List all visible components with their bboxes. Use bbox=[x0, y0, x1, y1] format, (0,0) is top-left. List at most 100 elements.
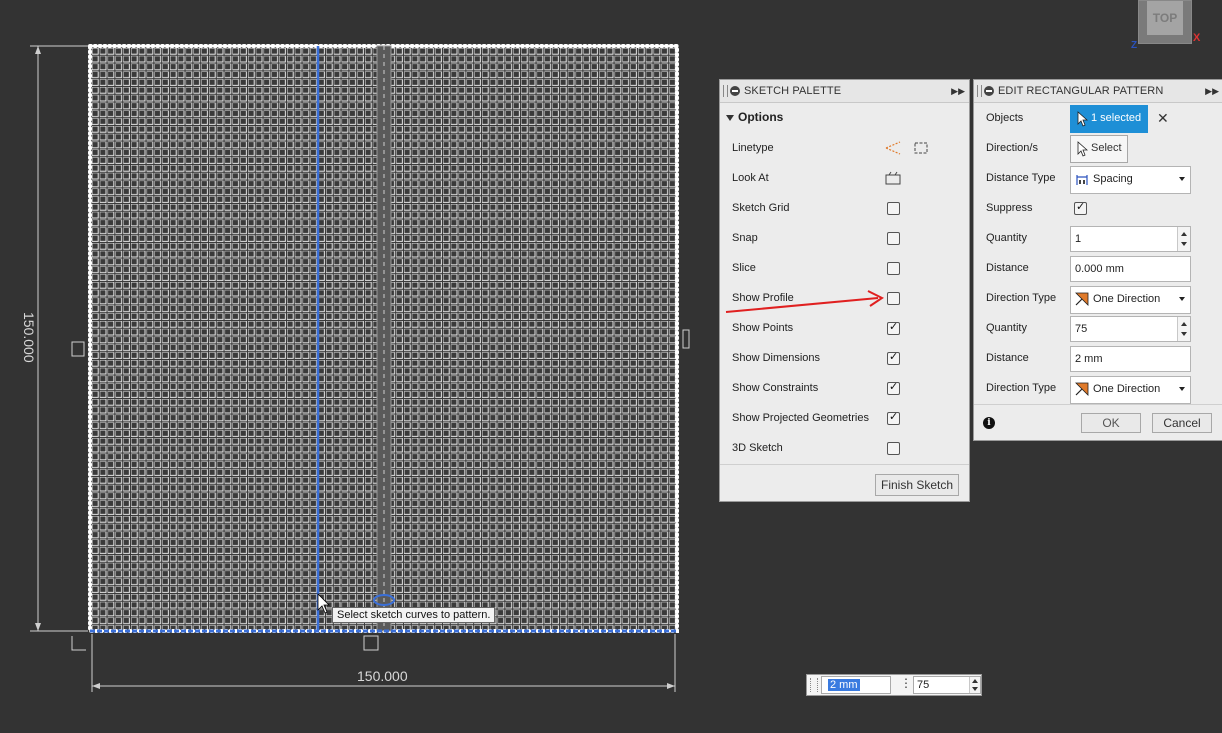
row-quantity-2: Quantity 75 bbox=[974, 314, 1222, 344]
constraint-icon-bottom[interactable] bbox=[363, 635, 379, 651]
sketch-palette-title: SKETCH PALETTE bbox=[744, 85, 842, 97]
show-projected-geometries-label: Show Projected Geometries bbox=[732, 412, 869, 424]
dim-arrow-right bbox=[667, 683, 675, 689]
show-points-checkbox[interactable] bbox=[887, 320, 900, 335]
row-suppress: Suppress bbox=[974, 194, 1222, 224]
3d-sketch-checkbox[interactable] bbox=[887, 442, 900, 455]
sketch-canvas[interactable] bbox=[0, 0, 720, 733]
axis-x-label: X bbox=[1193, 32, 1201, 44]
ok-button[interactable]: OK bbox=[1081, 413, 1141, 433]
edit-rectangular-pattern-dialog: EDIT RECTANGULAR PATTERN ▶▶ Objects 1 se… bbox=[973, 79, 1222, 441]
tooltip: Select sketch curves to pattern. bbox=[332, 607, 496, 623]
show-projected-geometries-checkbox[interactable] bbox=[887, 410, 900, 425]
inline-distance-input[interactable]: 2 mm bbox=[821, 676, 891, 694]
drag-grip-icon[interactable] bbox=[810, 678, 818, 692]
direction-type-2-dropdown[interactable]: One Direction bbox=[1070, 376, 1191, 404]
show-constraints-checkbox[interactable] bbox=[887, 380, 900, 395]
direction-type-1-label: Direction Type bbox=[986, 292, 1057, 304]
inline-quantity-stepper[interactable] bbox=[969, 677, 980, 693]
objects-selected-text: 1 selected bbox=[1091, 112, 1142, 124]
snap-label: Snap bbox=[732, 232, 758, 244]
annotation-arrow bbox=[725, 290, 884, 313]
row-show-dimensions: Show Dimensions bbox=[720, 344, 969, 374]
row-distance-type: Distance Type Spacing bbox=[974, 164, 1222, 194]
sketch-grid-label: Sketch Grid bbox=[732, 202, 790, 214]
viewcube[interactable]: TOP bbox=[1138, 0, 1192, 44]
one-direction-icon bbox=[1075, 382, 1089, 396]
3d-sketch-label: 3D Sketch bbox=[732, 442, 783, 454]
dim-arrow-left bbox=[92, 683, 100, 689]
constraint-icon-right[interactable] bbox=[682, 329, 690, 349]
quantity-2-input[interactable]: 75 bbox=[1070, 316, 1191, 342]
direction-type-1-value: One Direction bbox=[1093, 293, 1161, 305]
clear-selection-icon[interactable]: ✕ bbox=[1157, 110, 1169, 127]
constraint-icon-left[interactable] bbox=[71, 341, 85, 357]
triangle-down-icon bbox=[726, 114, 734, 121]
row-snap: Snap bbox=[720, 224, 969, 254]
expand-arrows-icon[interactable]: ▶▶ bbox=[1205, 80, 1219, 102]
dim-arrow-top bbox=[35, 46, 41, 54]
construction-line-icon[interactable] bbox=[884, 140, 902, 156]
inline-quantity-input[interactable]: 75 bbox=[913, 676, 981, 694]
stepper-up-icon[interactable] bbox=[1181, 322, 1187, 326]
slice-label: Slice bbox=[732, 262, 756, 274]
row-quantity-1: Quantity 1 bbox=[974, 224, 1222, 254]
distance-2-input[interactable]: 2 mm bbox=[1070, 346, 1191, 372]
row-slice: Slice bbox=[720, 254, 969, 284]
cancel-button[interactable]: Cancel bbox=[1152, 413, 1212, 433]
slice-checkbox[interactable] bbox=[887, 262, 900, 275]
stepper-down-icon[interactable] bbox=[1181, 242, 1187, 246]
direction-type-2-value: One Direction bbox=[1093, 383, 1161, 395]
horizontal-dimension-value[interactable]: 150.000 bbox=[357, 668, 408, 684]
sketch-palette-header[interactable]: SKETCH PALETTE ▶▶ bbox=[720, 80, 969, 103]
viewcube-top-face[interactable]: TOP bbox=[1147, 1, 1183, 35]
edit-pattern-header[interactable]: EDIT RECTANGULAR PATTERN ▶▶ bbox=[974, 80, 1222, 103]
distance-2-value: 2 mm bbox=[1075, 353, 1103, 365]
distance-type-dropdown[interactable]: Spacing bbox=[1070, 166, 1191, 194]
origin-icon bbox=[71, 636, 86, 651]
collapse-icon[interactable] bbox=[984, 86, 994, 96]
row-direction-type-2: Direction Type One Direction bbox=[974, 374, 1222, 404]
sketch-grid-checkbox[interactable] bbox=[887, 202, 900, 215]
row-look-at: Look At bbox=[720, 164, 969, 194]
quantity-1-label: Quantity bbox=[986, 232, 1027, 244]
show-constraints-label: Show Constraints bbox=[732, 382, 819, 394]
stepper-down-icon[interactable] bbox=[1181, 332, 1187, 336]
snap-checkbox[interactable] bbox=[887, 232, 900, 245]
options-section[interactable]: Options bbox=[726, 110, 783, 124]
distance-type-label: Distance Type bbox=[986, 172, 1056, 184]
row-show-points: Show Points bbox=[720, 314, 969, 344]
direction-type-1-dropdown[interactable]: One Direction bbox=[1070, 286, 1191, 314]
objects-selected-button[interactable]: 1 selected bbox=[1070, 105, 1148, 133]
expand-arrows-icon[interactable]: ▶▶ bbox=[951, 80, 965, 102]
finish-sketch-button[interactable]: Finish Sketch bbox=[875, 474, 959, 496]
vertical-dimension-value[interactable]: 150.000 bbox=[21, 312, 37, 372]
quantity-1-input[interactable]: 1 bbox=[1070, 226, 1191, 252]
centerline-icon[interactable] bbox=[913, 140, 929, 156]
look-at-label: Look At bbox=[732, 172, 769, 184]
stepper-up-icon[interactable] bbox=[972, 679, 978, 683]
chevron-down-icon bbox=[1179, 387, 1185, 391]
distance-type-value: Spacing bbox=[1093, 173, 1133, 185]
more-options-icon[interactable]: ⋮ bbox=[900, 676, 912, 690]
show-dimensions-checkbox[interactable] bbox=[887, 350, 900, 365]
drag-grip-icon[interactable] bbox=[723, 85, 728, 97]
quantity-1-stepper[interactable] bbox=[1177, 227, 1190, 251]
distance-1-input[interactable]: 0.000 mm bbox=[1070, 256, 1191, 282]
show-points-label: Show Points bbox=[732, 322, 794, 334]
stepper-down-icon[interactable] bbox=[972, 687, 978, 691]
row-direction-type-1: Direction Type One Direction bbox=[974, 284, 1222, 314]
drag-grip-icon[interactable] bbox=[977, 85, 982, 97]
collapse-icon[interactable] bbox=[730, 86, 740, 96]
row-show-projected-geometries: Show Projected Geometries bbox=[720, 404, 969, 434]
row-sketch-grid: Sketch Grid bbox=[720, 194, 969, 224]
quantity-2-stepper[interactable] bbox=[1177, 317, 1190, 341]
suppress-checkbox[interactable] bbox=[1074, 200, 1087, 215]
directions-select-button[interactable]: Select bbox=[1070, 135, 1128, 163]
stepper-up-icon[interactable] bbox=[1181, 232, 1187, 236]
distance-1-value: 0.000 mm bbox=[1075, 263, 1124, 275]
row-distance-2: Distance 2 mm bbox=[974, 344, 1222, 374]
cursor-arrow-icon bbox=[1077, 111, 1088, 127]
info-icon[interactable]: i bbox=[983, 417, 995, 429]
look-at-icon[interactable] bbox=[884, 170, 902, 186]
